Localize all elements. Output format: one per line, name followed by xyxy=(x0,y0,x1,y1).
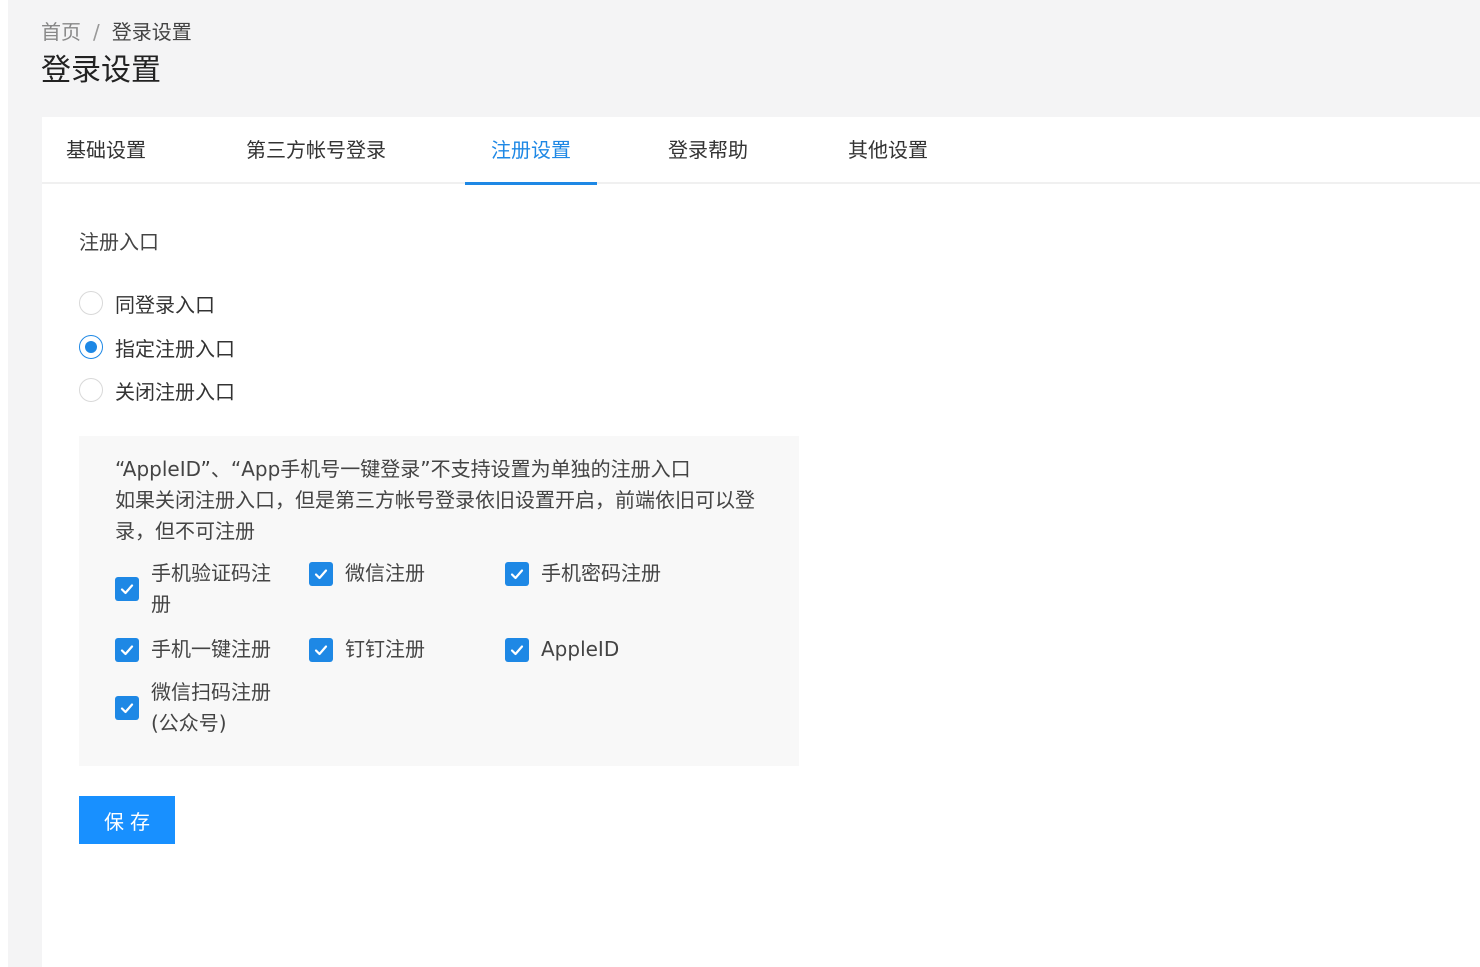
checkbox-label: 手机验证码注册 xyxy=(151,561,271,616)
checkbox-wechat-register[interactable]: 微信注册 xyxy=(309,558,489,589)
notice-line-2: 如果关闭注册入口，但是第三方帐号登录依旧设置开启，前端依旧可以登录，但不可注册 xyxy=(115,488,755,543)
radio-specified-entry[interactable]: 指定注册入口 xyxy=(79,333,235,361)
check-icon[interactable] xyxy=(115,637,139,662)
radio-same-as-login[interactable]: 同登录入口 xyxy=(79,289,215,317)
breadcrumb-home[interactable]: 首页 xyxy=(41,19,81,45)
checkbox-label: 手机密码注册 xyxy=(541,561,661,585)
check-icon[interactable] xyxy=(309,637,333,662)
breadcrumb-separator: / xyxy=(93,20,100,44)
radio-label: 关闭注册入口 xyxy=(115,379,235,404)
tab-other-settings[interactable]: 其他设置 xyxy=(848,117,928,184)
save-button[interactable]: 保存 xyxy=(79,796,175,844)
check-icon[interactable] xyxy=(115,577,139,601)
checkbox-password-register[interactable]: 手机密码注册 xyxy=(505,558,705,589)
left-strip xyxy=(0,0,8,967)
notice-line-1: “AppleID”、“App手机号一键登录”不支持设置为单独的注册入口 xyxy=(115,457,691,481)
page-title: 登录设置 xyxy=(41,53,161,88)
checkbox-label: 微信注册 xyxy=(345,561,425,585)
check-icon[interactable] xyxy=(505,637,529,662)
page-container: 首页 / 登录设置 登录设置 基础设置 第三方帐号登录 注册设置 登录帮助 其他… xyxy=(8,0,1480,967)
tab-third-party-login[interactable]: 第三方帐号登录 xyxy=(246,117,386,184)
checkbox-label: 微信扫码注册(公众号) xyxy=(151,680,271,735)
radio-label: 指定注册入口 xyxy=(115,336,235,361)
settings-card: 基础设置 第三方帐号登录 注册设置 登录帮助 其他设置 注册入口 同登录入口 指… xyxy=(42,117,1480,967)
check-icon[interactable] xyxy=(505,561,529,586)
tab-login-help[interactable]: 登录帮助 xyxy=(668,117,748,184)
checkbox-appleid-register[interactable]: AppleID xyxy=(505,634,705,665)
tab-basic-settings[interactable]: 基础设置 xyxy=(66,117,146,184)
radio-label: 同登录入口 xyxy=(115,292,215,317)
checkbox-dingtalk-register[interactable]: 钉钉注册 xyxy=(309,634,489,665)
checkbox-wechat-qr-register[interactable]: 微信扫码注册(公众号) xyxy=(115,677,295,739)
checkbox-label: 手机一键注册 xyxy=(151,637,271,661)
radio-button[interactable] xyxy=(79,291,103,315)
checkbox-label: AppleID xyxy=(541,637,620,661)
check-icon[interactable] xyxy=(309,561,333,586)
tab-bar: 基础设置 第三方帐号登录 注册设置 登录帮助 其他设置 xyxy=(42,117,1480,185)
radio-button[interactable] xyxy=(79,378,103,402)
register-methods-panel: “AppleID”、“App手机号一键登录”不支持设置为单独的注册入口 如果关闭… xyxy=(79,436,799,766)
checkbox-one-click-register[interactable]: 手机一键注册 xyxy=(115,634,295,665)
breadcrumb: 首页 / 登录设置 xyxy=(41,19,192,45)
radio-button-checked[interactable] xyxy=(79,335,103,359)
checkbox-label: 钉钉注册 xyxy=(345,637,425,661)
check-icon[interactable] xyxy=(115,696,139,720)
register-entry-label: 注册入口 xyxy=(79,230,159,254)
notice-text: “AppleID”、“App手机号一键登录”不支持设置为单独的注册入口 如果关闭… xyxy=(115,454,765,547)
checkbox-sms-code-register[interactable]: 手机验证码注册 xyxy=(115,558,295,620)
breadcrumb-current: 登录设置 xyxy=(111,20,192,44)
tab-register-settings[interactable]: 注册设置 xyxy=(465,117,597,185)
radio-close-entry[interactable]: 关闭注册入口 xyxy=(79,376,235,404)
